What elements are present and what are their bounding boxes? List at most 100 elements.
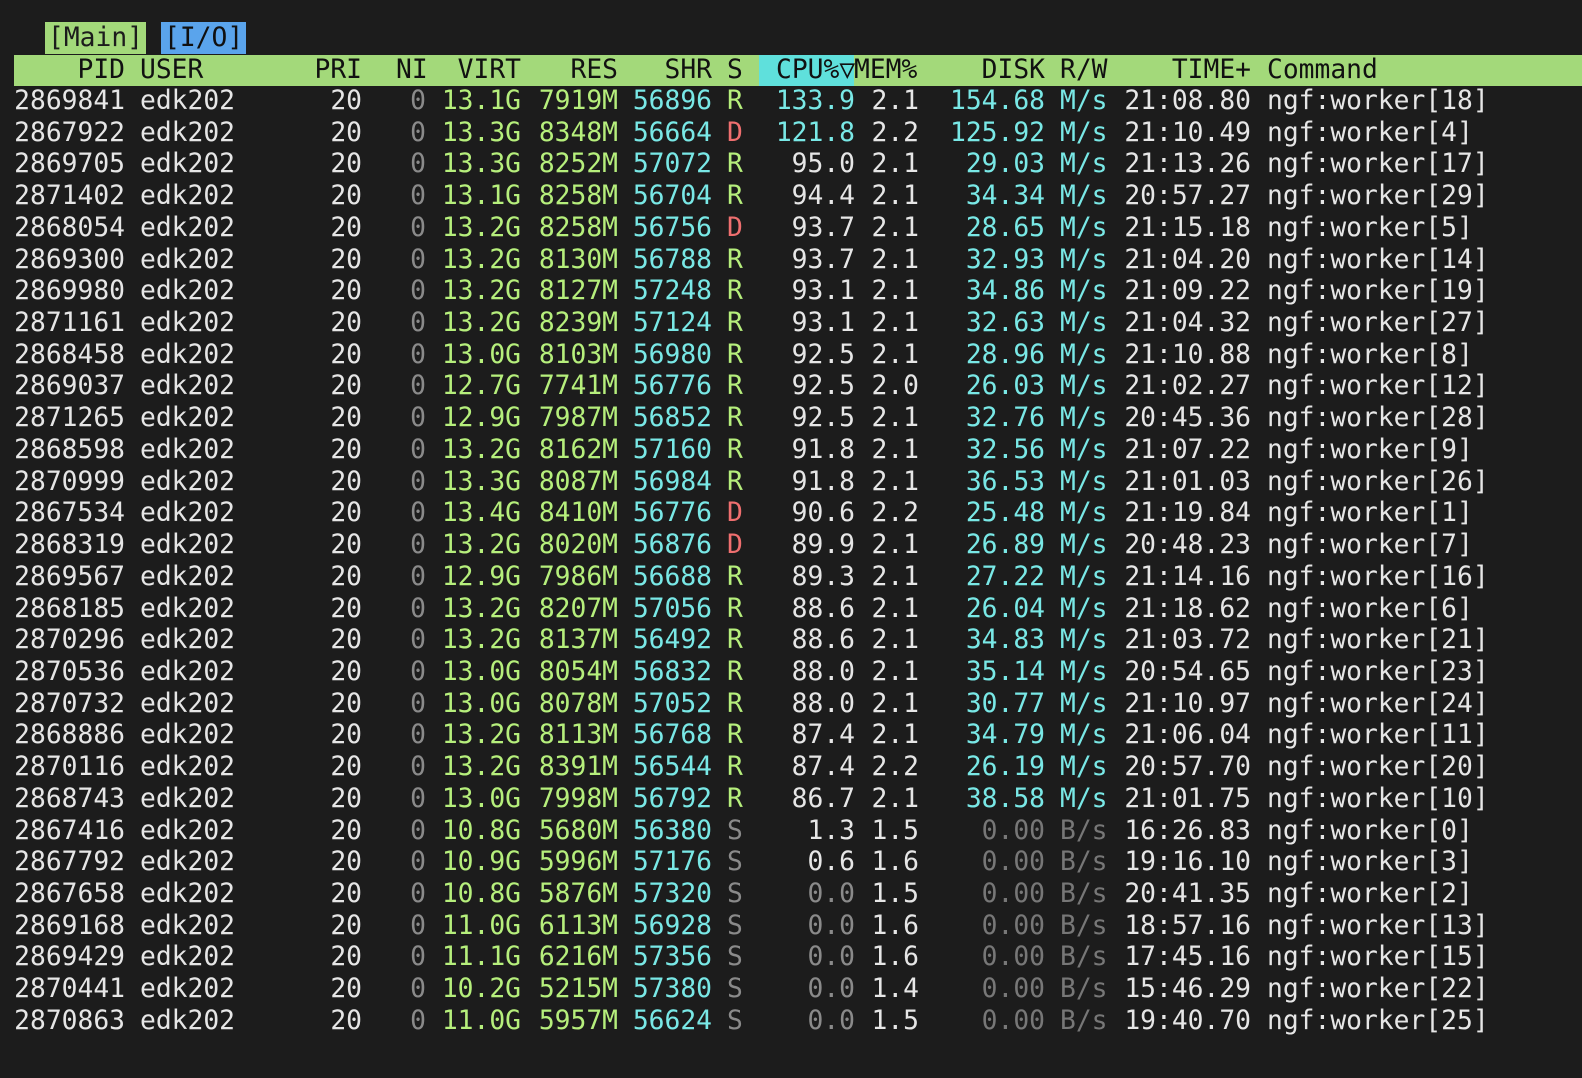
column-header-disk[interactable]: DISK <box>919 55 1045 86</box>
process-rw-unit: M/s <box>1060 720 1108 751</box>
process-pid: 2868598 <box>14 434 125 465</box>
process-nice: 0 <box>410 878 426 909</box>
process-virt: 13.2G <box>441 244 521 275</box>
process-time: 21:15.18 <box>1124 212 1251 243</box>
process-virt: 13.2G <box>441 212 521 243</box>
column-header-rw[interactable]: R/W <box>1060 55 1112 86</box>
process-mem: 2.1 <box>871 149 920 180</box>
process-rw-unit: M/s <box>1060 752 1108 783</box>
process-res: 8258M <box>538 181 618 212</box>
column-header-virt[interactable]: VIRT <box>441 55 521 86</box>
process-disk: 32.63 <box>965 308 1045 339</box>
process-disk: 34.34 <box>965 181 1045 212</box>
process-virt: 12.9G <box>441 561 521 592</box>
process-shr: 57052 <box>632 688 712 719</box>
process-disk: 34.79 <box>965 720 1045 751</box>
process-mem: 2.1 <box>871 212 920 243</box>
process-command: ngf:worker[11] <box>1267 720 1489 751</box>
process-state: S <box>727 910 743 941</box>
process-state: R <box>727 625 743 656</box>
process-cpu: 0.0 <box>807 942 856 973</box>
process-cpu: 90.6 <box>791 498 855 529</box>
process-mem: 2.2 <box>871 498 920 529</box>
column-header-cpu-sorted[interactable]: CPU%▽ <box>759 55 855 86</box>
column-header-command[interactable]: Command <box>1267 55 1567 86</box>
column-header-ni[interactable]: NI <box>396 55 428 86</box>
process-command: ngf:worker[8] <box>1267 339 1473 370</box>
process-cpu: 86.7 <box>791 783 855 814</box>
process-time: 21:01.03 <box>1124 466 1251 497</box>
column-header-mem[interactable]: MEM% <box>854 55 918 86</box>
process-cpu: 92.5 <box>791 371 855 402</box>
process-pid: 2870536 <box>14 656 125 687</box>
process-user: edk202 <box>140 530 235 561</box>
column-header-pid[interactable]: PID <box>14 55 126 86</box>
process-cpu: 89.3 <box>791 561 855 592</box>
process-state: D <box>727 530 743 561</box>
process-command: ngf:worker[0] <box>1267 815 1473 846</box>
process-time: 21:08.80 <box>1124 86 1251 116</box>
process-disk: 154.68 <box>950 86 1045 116</box>
process-pid: 2870116 <box>14 752 125 783</box>
process-command: ngf:worker[7] <box>1267 530 1473 561</box>
process-state: R <box>727 688 743 719</box>
process-command: ngf:worker[5] <box>1267 212 1473 243</box>
process-command: ngf:worker[12] <box>1267 371 1489 402</box>
process-res: 8054M <box>538 656 618 687</box>
process-virt: 13.3G <box>441 117 521 148</box>
process-mem: 2.1 <box>871 656 920 687</box>
column-header-time[interactable]: TIME+ <box>1124 55 1251 86</box>
process-cpu: 93.1 <box>791 276 855 307</box>
process-rw-unit: M/s <box>1060 783 1108 814</box>
process-user: edk202 <box>140 1005 235 1036</box>
column-header-state[interactable]: S <box>727 55 745 86</box>
process-rw-unit: M/s <box>1060 625 1108 656</box>
process-rw-unit: M/s <box>1060 276 1108 307</box>
tab-io[interactable]: [I/O] <box>161 22 247 54</box>
process-user: edk202 <box>140 688 235 719</box>
process-res: 8078M <box>538 688 618 719</box>
process-cpu: 95.0 <box>791 149 855 180</box>
process-virt: 13.2G <box>441 593 521 624</box>
process-disk: 0.00 <box>981 847 1045 878</box>
column-header-pri[interactable]: PRI <box>296 55 363 86</box>
process-rw-unit: M/s <box>1060 371 1108 402</box>
column-header-res[interactable]: RES <box>536 55 619 86</box>
process-mem: 2.1 <box>871 308 920 339</box>
process-mem: 2.1 <box>871 530 920 561</box>
process-user: edk202 <box>140 466 235 497</box>
process-command: ngf:worker[22] <box>1267 974 1489 1005</box>
process-user: edk202 <box>140 498 235 529</box>
process-state: R <box>727 403 743 434</box>
tab-main[interactable]: [Main] <box>45 22 146 54</box>
process-cpu: 87.4 <box>791 752 855 783</box>
process-mem: 2.1 <box>871 720 920 751</box>
process-disk: 0.00 <box>981 942 1045 973</box>
process-mem: 2.1 <box>871 86 920 116</box>
process-command: ngf:worker[4] <box>1267 117 1473 148</box>
process-priority: 20 <box>330 815 362 846</box>
process-nice: 0 <box>410 403 426 434</box>
process-time: 20:57.70 <box>1124 752 1251 783</box>
column-header-shr[interactable]: SHR <box>632 55 713 86</box>
process-mem: 2.1 <box>871 339 920 370</box>
process-shr: 56624 <box>632 1005 712 1036</box>
process-rw-unit: M/s <box>1060 244 1108 275</box>
column-header-user[interactable]: USER <box>140 55 300 86</box>
process-disk: 36.53 <box>965 466 1045 497</box>
process-command: ngf:worker[1] <box>1267 498 1473 529</box>
process-state: R <box>727 244 743 275</box>
process-cpu: 88.0 <box>791 656 855 687</box>
process-pid: 2870999 <box>14 466 125 497</box>
process-cpu: 94.4 <box>791 181 855 212</box>
process-mem: 2.1 <box>871 434 920 465</box>
process-priority: 20 <box>330 86 362 116</box>
process-priority: 20 <box>330 181 362 212</box>
process-state: S <box>727 878 743 909</box>
process-shr: 57160 <box>632 434 712 465</box>
process-pid: 2870732 <box>14 688 125 719</box>
process-rw-unit: M/s <box>1060 688 1108 719</box>
process-nice: 0 <box>410 466 426 497</box>
process-nice: 0 <box>410 593 426 624</box>
process-cpu: 87.4 <box>791 720 855 751</box>
